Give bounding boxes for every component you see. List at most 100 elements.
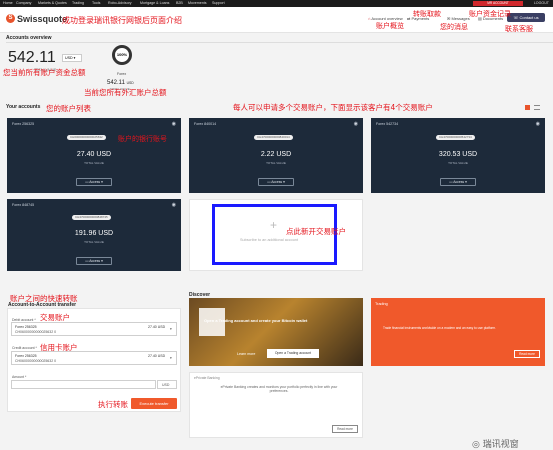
execute-transfer-button[interactable]: Execute transfer [131,398,177,409]
eye-icon[interactable]: ◉ [536,121,540,127]
eye-icon[interactable]: ◉ [172,202,176,208]
topnav-item-b2b[interactable]: B2B [176,1,183,5]
eye-icon[interactable]: ◉ [172,121,176,127]
account-iban-pill: CH47000000000542734 [436,135,475,140]
forex-label: Forex [117,72,127,76]
access-button[interactable]: ▭ Access ▾ [76,178,112,186]
annotation-payments: 转账取款 [413,10,441,18]
topnav-item-company[interactable]: Company [16,1,31,5]
swissquote-logo-icon: S [6,14,15,23]
annotation-bank-number: 账户的银行账号 [118,135,167,143]
chevron-down-icon: ▾ [282,180,285,184]
debit-account-name: Forex 256325 [15,325,37,329]
topnav-item-support[interactable]: Support [212,1,225,5]
contact-us-label: Contact us [519,15,539,20]
list-view-icon[interactable] [534,105,540,110]
credit-account-name: Forex 256325 [15,354,37,358]
total-value-label: TOTAL VALUE [84,240,104,244]
grid-view-icon[interactable] [525,105,530,110]
annotation-credit-account: 信用卡账户 [40,343,78,352]
brand-logo[interactable]: S Swissquote [6,14,67,24]
account-card[interactable]: Forex 848745 ◉ CH47000000000848745 191.9… [7,199,181,271]
contact-us-button[interactable]: ☏ Contact us [507,13,545,22]
topnav-item-home[interactable]: Home [3,1,13,5]
account-id: Forex 848745 [12,203,35,207]
trading-read-more-button[interactable]: Read more [514,350,540,358]
currency-select[interactable]: USD ▾ [62,54,82,62]
divider [6,42,553,43]
debit-account-select[interactable]: Forex 256325 CH06000000000025632 0 27.40… [11,322,177,336]
header-link-messages[interactable]: ✉ Messages [447,16,470,21]
access-button[interactable]: ▭ Access ▾ [258,178,294,186]
bitcoin-banner[interactable]: Open a Trading account and create your B… [189,298,363,366]
annotation-new-account: 点此新开交易账户 [286,227,346,236]
amount-currency: USD [157,380,177,389]
account-menu[interactable]: MR ACCOUNT [473,1,523,6]
eye-icon[interactable]: ◉ [354,121,358,127]
watermark: ◎ 瑞讯视窗 [472,437,519,450]
account-balance: 191.96 USD [74,230,114,237]
account-id: Forex 840014 [194,122,217,126]
amount-input[interactable] [11,380,156,389]
account-balance: 27.40 USD [76,151,112,158]
account-iban-pill: CH00000000000025632 [67,135,106,140]
annotation-total: 您当前所有账户资金总额 [3,68,86,77]
currency-value: USD [65,56,73,60]
trading-promo-text: Trade financial instruments worldwide on… [383,326,497,330]
account-card[interactable]: Forex 256325 ◉ CH00000000000025632 27.40… [7,118,181,193]
header-link-label: Messages [451,16,470,21]
chevron-down-icon: ▾ [100,180,103,184]
add-account-label[interactable]: Subscribe to an additional account [240,238,298,242]
account-card[interactable]: Forex 542734 ◉ CH47000000000542734 320.5… [371,118,545,193]
brand-name: Swissquote [17,14,68,24]
account-id: Forex 256325 [12,122,35,126]
eprivate-promo-title: ePrivate Banking [194,376,220,380]
annotation-overview: 账户概览 [376,22,404,30]
accounts-overview-title: Accounts overview [6,35,52,41]
trading-promo[interactable]: Trading Trade financial instruments worl… [371,298,545,366]
account-iban-pill: CH47000000000840014 [254,135,293,140]
account-balance: 2.22 USD [260,151,292,158]
credit-account-balance: 27.40 USD [148,354,166,358]
open-trading-account-button[interactable]: Open a Trading account [267,349,319,358]
forex-amount: 542.11 [107,80,125,86]
annotation-quick-transfer: 账户之间的快速转账 [10,294,78,303]
annotation-documents: 账户资金记录 [469,10,511,18]
banner-headline: Open a Trading account and create your B… [204,318,308,323]
annotation-header-intro: 成功登录瑞讯银行网银后页面介绍 [62,16,182,25]
annotation-forex: 当前您所有外汇账户总额 [84,88,167,97]
trading-promo-title: Trading [375,302,388,306]
forex-ratio-ring: 100% [112,45,132,65]
topnav-item-robo[interactable]: Robo-Advisory [108,1,132,5]
credit-account-select[interactable]: Forex 256325 CH06000000000025632 0 27.40… [11,351,177,365]
top-navigation-bar: Home Company Markets & Quotes Trading To… [0,0,553,7]
eprivate-promo[interactable]: ePrivate Banking ePrivate Banking create… [189,372,363,438]
learn-more-link[interactable]: Learn more [237,352,255,356]
chevron-down-icon: ▾ [464,180,467,184]
annotation-execute: 执行转账 [98,400,128,409]
account-card[interactable]: Forex 840014 ◉ CH47000000000840014 2.22 … [189,118,363,193]
amount-currency-label: USD [162,383,170,387]
credit-account-label: Credit account * [12,346,37,350]
topnav-item-movements[interactable]: Movements [188,1,207,5]
eprivate-read-more-button[interactable]: Read more [332,425,358,433]
topnav-item-tools[interactable]: Tools [92,1,100,5]
access-label: Access [89,259,101,263]
access-button[interactable]: ▭ Access ▾ [76,257,112,265]
topnav-item-markets[interactable]: Markets & Quotes [38,1,67,5]
chevron-down-icon: ▾ [100,259,103,263]
account-balance: 320.53 USD [438,151,478,158]
topnav-item-trading[interactable]: Trading [72,1,84,5]
total-value-label: TOTAL VALUE [266,161,286,165]
eprivate-promo-text: ePrivate Banking creates and monitors yo… [220,385,338,393]
access-button[interactable]: ▭ Access ▾ [440,178,476,186]
debit-account-iban: CH06000000000025632 0 [15,330,57,334]
logout-link[interactable]: LOGOUT [534,1,549,5]
chat-bubble-icon: ◎ [472,440,483,450]
plus-icon[interactable]: + [270,218,277,232]
your-accounts-title: Your accounts [6,104,41,110]
access-label: Access [271,180,283,184]
annotation-multi-accounts: 每人可以申请多个交易账户，下面显示该客户有4个交易账户 [233,103,433,112]
topnav-item-mortgage[interactable]: Mortgage & Loans [140,1,169,5]
account-id: Forex 542734 [376,122,399,126]
